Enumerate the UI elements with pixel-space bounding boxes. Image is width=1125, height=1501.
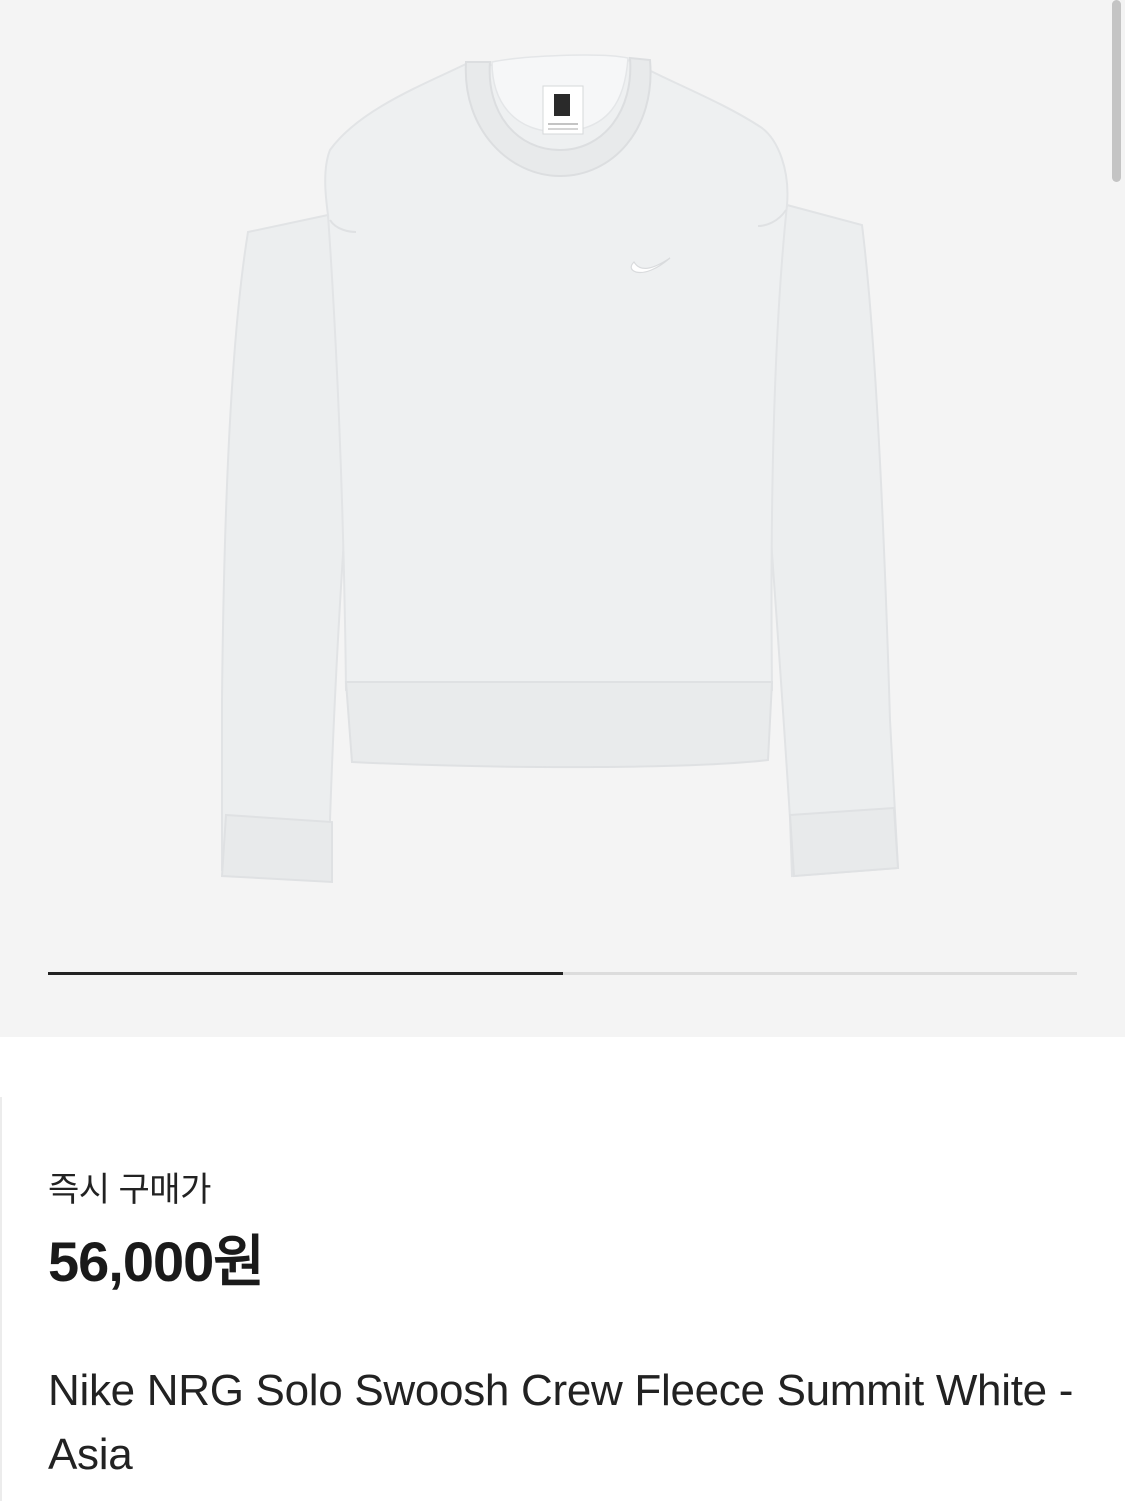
right-cuff (788, 806, 900, 878)
left-cuff (220, 813, 333, 884)
price-label: 즉시 구매가 (48, 1171, 211, 1209)
gallery-progress-indicator (48, 972, 563, 975)
product-image-gallery[interactable] (0, 0, 1125, 1037)
product-info-panel: 즉시 구매가 56,000원 Nike NRG Solo Swoosh Crew… (0, 1037, 1125, 1501)
hem-band (344, 681, 774, 769)
product-page: 즉시 구매가 56,000원 Nike NRG Solo Swoosh Crew… (0, 0, 1125, 1501)
price-value: 56,000원 (48, 1230, 265, 1293)
gallery-progress-track (48, 972, 1077, 975)
product-image-sweatshirt[interactable] (0, 0, 1125, 960)
neck-label-logo (554, 94, 570, 116)
product-title: Nike NRG Solo Swoosh Crew Fleece Summit … (48, 1366, 1074, 1479)
page-scrollbar[interactable] (1112, 0, 1121, 182)
panel-edge (0, 1097, 2, 1501)
